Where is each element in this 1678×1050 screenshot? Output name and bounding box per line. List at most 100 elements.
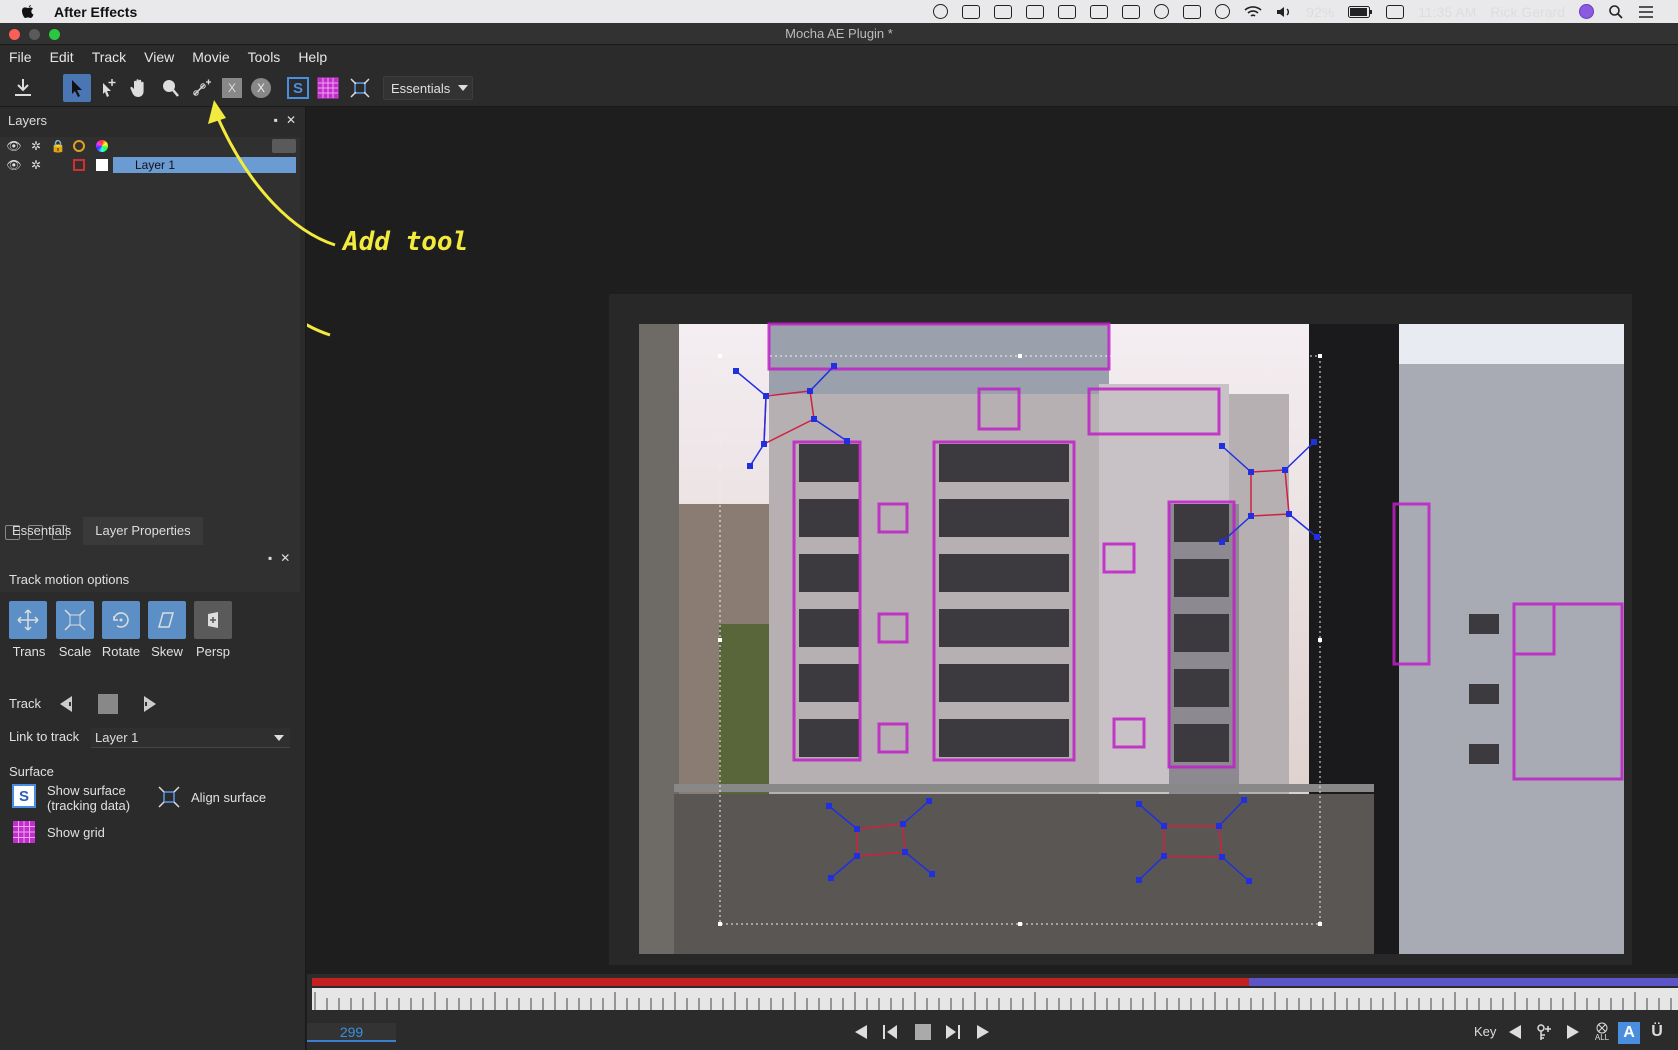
bluetooth-icon[interactable] [1215,4,1231,19]
delete-all-keys-icon[interactable]: ALL [1592,1022,1612,1042]
menu-file[interactable]: File [0,49,41,65]
surface-title: Surface [9,764,54,779]
align-surface-label[interactable]: Align surface [191,790,266,805]
tracked-range [312,978,1249,986]
cog-header-icon[interactable]: ✲ [29,139,43,153]
step-forward-icon[interactable] [943,1022,963,1042]
timeline: 299 Key ALL A Ü [307,974,1678,1050]
step-back-icon[interactable] [880,1022,900,1042]
matte-swatch[interactable] [95,158,109,172]
autokey-icon[interactable]: A [1618,1022,1640,1044]
chevron-down-icon [458,85,469,91]
clock[interactable]: 11:35 AM [1418,4,1476,20]
clip-viewer[interactable]: Add tool [307,107,1678,974]
link-to-track-label: Link to track [9,729,80,744]
scale-toggle[interactable] [56,601,94,639]
app-name[interactable]: After Effects [54,4,137,20]
cog-icon[interactable]: ✲ [29,158,43,172]
battery-icon[interactable] [1348,5,1373,18]
visibility-header-icon[interactable]: 👁 [6,139,21,153]
display-icon[interactable] [1122,4,1141,19]
tab-layer-properties[interactable]: Layer Properties [83,517,203,545]
play-forward-icon[interactable] [973,1022,993,1042]
stop-tracking-icon[interactable] [98,694,118,714]
select-add-tool-icon[interactable] [95,74,123,102]
export-icon[interactable] [9,74,37,102]
show-surface-icon[interactable]: S [10,782,38,810]
app-menubar: File Edit Track View Movie Tools Help [0,45,1678,69]
skew-toggle[interactable] [148,601,186,639]
prev-key-icon[interactable] [1505,1022,1525,1042]
track-backwards-icon[interactable] [56,693,78,715]
visibility-icon[interactable]: 👁 [6,158,21,172]
menu-view[interactable]: View [135,49,183,65]
menu-track[interactable]: Track [83,49,135,65]
show-surface-line1: Show surface [47,783,126,798]
zoom-tool-icon[interactable] [156,74,184,102]
lock-header-icon[interactable]: 🔒 [51,139,66,153]
key-label: Key [1474,1024,1497,1039]
color-header-icon[interactable] [72,139,86,153]
tab-essentials[interactable]: Essentials [0,517,83,545]
show-grid-icon[interactable] [10,818,38,846]
add-key-icon[interactable] [1534,1022,1554,1042]
footage-image [639,322,1624,954]
apple-icon[interactable] [20,4,36,20]
annotation-label: Add tool [343,227,469,257]
volume-icon[interactable] [1276,5,1292,19]
track-motion-title: Track motion options [9,572,130,587]
menu-tools[interactable]: Tools [239,49,290,65]
stop-playback-icon[interactable] [913,1022,933,1042]
keyframe-options-icon[interactable]: Ü [1647,1022,1667,1042]
green-app-icon[interactable] [1026,4,1045,19]
video-frame[interactable] [609,294,1632,965]
next-key-icon[interactable] [1563,1022,1583,1042]
untracked-range [1249,978,1678,986]
annotation-arrow-overlay [208,100,336,247]
siri-icon[interactable] [1579,4,1594,19]
workspace-value: Essentials [391,80,451,96]
keyboard-icon[interactable] [1386,4,1405,19]
show-surface-label[interactable]: Show surface (tracking data) [47,783,130,813]
select-tool-icon[interactable] [63,74,91,102]
airplay-icon[interactable] [1183,4,1202,19]
link-to-track-dropdown[interactable]: Layer 1 [91,728,290,748]
align-surface-tool-icon[interactable] [346,74,374,102]
layer-color-swatch[interactable] [72,158,86,172]
link-to-track-value: Layer 1 [95,730,139,745]
rotate-label: Rotate [101,644,141,659]
persp-toggle[interactable] [194,601,232,639]
track-forwards-icon[interactable] [138,693,160,715]
essentials-panel: Track motion options Trans Scale Rotate … [0,547,300,1047]
go-to-start-icon[interactable] [851,1022,871,1042]
bt-icon[interactable] [962,4,981,19]
chevron-down-icon [274,735,284,741]
rotate-toggle[interactable] [102,601,140,639]
wifi-icon[interactable] [1244,5,1262,19]
menu-movie[interactable]: Movie [183,49,238,65]
matte-header-icon[interactable] [95,139,109,153]
align-surface-icon[interactable] [155,783,183,811]
spotlight-icon[interactable] [1608,4,1624,20]
persp-label: Persp [196,644,230,659]
current-frame-field[interactable]: 299 [307,1023,396,1042]
orange-app-icon[interactable] [1090,4,1109,19]
dropbox-icon[interactable] [994,4,1013,19]
menu-help[interactable]: Help [289,49,336,65]
show-grid-label[interactable]: Show grid [47,825,105,840]
trans-toggle[interactable] [9,601,47,639]
user-name[interactable]: Rick Gerard [1490,4,1565,20]
tracked-range-bar[interactable] [312,978,1678,986]
track-label: Track [9,696,42,711]
chart-app-icon[interactable] [1058,4,1077,19]
creative-cloud-icon[interactable] [933,4,949,19]
show-surface-line2: (tracking data) [47,798,131,813]
time-machine-icon[interactable] [1154,4,1170,19]
menu-edit[interactable]: Edit [41,49,83,65]
hand-tool-icon[interactable] [125,74,153,102]
workspace-dropdown[interactable]: Essentials [383,76,473,100]
battery-percent: 92% [1306,3,1335,20]
notification-center-icon[interactable] [1638,5,1654,19]
skew-label: Skew [151,644,183,659]
frame-ruler[interactable] [312,988,1678,1010]
